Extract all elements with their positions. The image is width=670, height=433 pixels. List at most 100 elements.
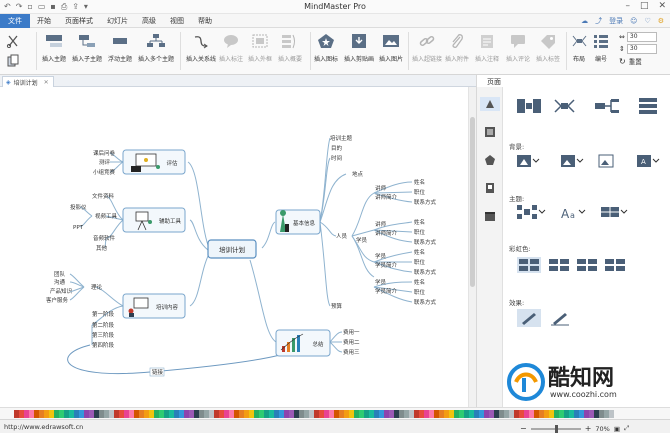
aids-leaf[interactable]: 音频软件 [93,234,116,242]
login-link[interactable]: 登录 [609,16,623,26]
print-icon[interactable]: ⎙ [61,2,67,12]
clipart-panel-icon[interactable] [483,181,497,195]
detail-label[interactable]: 学员简介 [375,287,398,295]
relationship-label[interactable]: 链接 [152,368,164,376]
topic-evaluation[interactable]: 评估 [122,149,186,175]
insert-note-button[interactable]: 插入注释 [475,32,499,63]
insert-outline-button[interactable]: 插入外框 [248,32,272,63]
new-icon[interactable]: ▫ [27,2,32,12]
content-day[interactable]: 第一阶段 [92,310,115,318]
insert-icon-button[interactable]: 插入图标 [314,32,338,63]
background-texture-option[interactable] [598,154,614,168]
theme-color-option[interactable] [601,207,628,217]
outline-icon[interactable] [483,125,497,139]
website-link[interactable]: http://www.edrawsoft.cn [4,423,83,431]
detail-leaf[interactable]: 联系方式 [414,238,437,246]
fullscreen-icon[interactable]: ⤢ [624,424,629,433]
detail-leaf[interactable]: 职位 [414,228,426,236]
more-icon[interactable]: ▾ [84,2,88,12]
detail-label[interactable]: 讲师 [375,184,387,192]
theme-icon[interactable]: ♡ [644,17,650,25]
shadow-effect-option[interactable] [551,313,569,326]
evaluation-leaf[interactable]: 小组竞赛 [93,168,116,176]
basic-student[interactable]: 学员 [356,236,368,244]
detail-label[interactable]: 学员简介 [375,261,398,269]
export-icon[interactable]: ⇪ [72,2,79,12]
budget-leaf[interactable]: 费用三 [343,348,360,356]
layout-button[interactable]: 布局 [570,32,588,63]
aids-leaf[interactable]: 投影仪 [70,203,87,211]
basic-leaf[interactable]: 目的 [331,144,343,152]
layout-option-3[interactable] [595,99,619,113]
detail-leaf[interactable]: 姓名 [414,248,425,256]
content-leaf[interactable]: 团队 [54,270,66,278]
content-day[interactable]: 第三阶段 [92,331,115,339]
theme-font-option[interactable]: Aa [561,207,586,221]
layout-option-2[interactable] [554,99,575,113]
cut-button[interactable] [4,32,22,54]
detail-leaf[interactable]: 职位 [414,288,426,296]
menu-help[interactable]: 帮助 [191,16,219,26]
menu-advanced[interactable]: 高级 [135,16,163,26]
detail-label[interactable]: 讲师简介 [375,193,398,201]
detail-leaf[interactable]: 联系方式 [414,198,437,206]
watermark-option[interactable]: A [637,155,660,167]
canvas-scrollbar[interactable] [468,87,476,407]
fit-page-icon[interactable]: ▣ [614,425,620,433]
insert-summary-button[interactable]: 插入概要 [278,32,302,63]
basic-leaf[interactable]: 时间 [331,154,342,162]
aids-leaf[interactable]: 其他 [96,244,108,252]
close-icon[interactable]: ✕ [658,1,666,11]
detail-label[interactable]: 学员 [375,252,387,260]
central-topic[interactable]: 培训计划 [207,239,257,259]
insert-image-button[interactable]: 插入图片 [379,32,403,63]
content-day[interactable]: 第二阶段 [92,321,115,329]
layout-option-4[interactable] [639,98,657,114]
topic-basic-info[interactable]: 基本信息 [275,209,321,235]
aids-leaf[interactable]: 视频工具 [95,212,118,220]
content-day[interactable]: 第四阶段 [92,341,115,349]
rainbow-option-3[interactable] [577,259,597,271]
topic-content[interactable]: 培训内容 [122,293,186,319]
menu-page-style[interactable]: 页面样式 [58,16,100,26]
content-leaf[interactable]: 沟通 [54,278,66,286]
insert-comment-button[interactable]: 插入评论 [506,32,530,63]
numbering-button[interactable]: 编号 [592,32,610,63]
insert-label-button[interactable]: 插入标注 [219,32,243,63]
insert-tag-button[interactable]: 插入标签 [536,32,560,63]
detail-label[interactable]: 学员 [375,278,387,286]
zoom-slider-thumb[interactable] [554,424,558,433]
insert-relationship-button[interactable]: 插入关系线 [186,32,216,63]
detail-leaf[interactable]: 姓名 [414,278,425,286]
basic-leaf[interactable]: 培训主题 [330,134,353,142]
budget-leaf[interactable]: 费用一 [343,328,360,336]
copy-button[interactable] [4,52,22,74]
file-menu[interactable]: 文件 [0,13,30,28]
reset-button[interactable]: ↻ 重置 [619,56,657,67]
scrollbar-thumb[interactable] [470,117,475,287]
menu-slides[interactable]: 幻灯片 [100,16,135,26]
detail-leaf[interactable]: 职位 [414,258,426,266]
layout-option-1[interactable] [517,99,541,113]
detail-leaf[interactable]: 姓名 [414,218,425,226]
undo-icon[interactable]: ↶ [4,2,11,12]
budget-leaf[interactable]: 费用二 [343,338,360,346]
topic-aids[interactable]: 辅助工具 [122,207,186,233]
content-sub[interactable]: 理论 [91,283,103,291]
hand-drawn-effect-option[interactable] [517,309,541,327]
topic-budget[interactable]: 总结 [275,329,331,357]
icon-library-icon[interactable] [483,153,497,167]
evaluation-leaf[interactable]: 测评 [99,158,111,166]
zoom-slider[interactable] [530,424,581,433]
save-icon[interactable]: ▪ [50,2,55,12]
horizontal-spacing-input[interactable]: 30 [626,32,657,42]
document-tab[interactable]: ◈ 培训计划 ✕ [2,76,54,87]
insert-multiple-button[interactable]: 插入多个主题 [138,32,174,63]
cloud-icon[interactable]: ☁ [581,17,588,25]
aids-leaf[interactable]: PPT [73,225,84,231]
rainbow-option-1[interactable] [517,257,541,273]
evaluation-leaf[interactable]: 课后问卷 [93,149,116,157]
detail-leaf[interactable]: 联系方式 [414,268,437,276]
theme-option[interactable] [517,205,546,219]
close-tab-icon[interactable]: ✕ [44,79,49,86]
